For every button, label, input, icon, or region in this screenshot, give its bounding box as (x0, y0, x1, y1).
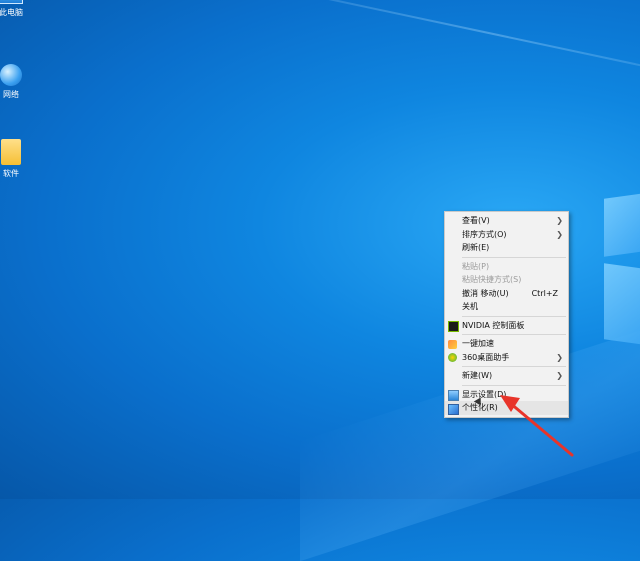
menu-item-label: 粘贴快捷方式(S) (462, 275, 522, 284)
menu-item-label: 查看(V) (462, 216, 490, 225)
nvidia-icon (448, 321, 459, 332)
360-icon (448, 353, 457, 362)
chevron-right-icon: ❯ (556, 216, 563, 225)
desktop-icon-this-pc[interactable]: 此电脑 (0, 0, 31, 18)
menu-item-refresh[interactable]: 刷新(E) (445, 241, 568, 255)
chevron-right-icon: ❯ (556, 229, 563, 239)
menu-item-label: 一键加速 (462, 339, 494, 348)
menu-item-view[interactable]: 查看(V) ❯ (445, 214, 568, 228)
network-icon (0, 64, 22, 86)
menu-separator (462, 384, 566, 386)
menu-item-label: 360桌面助手 (462, 352, 510, 362)
desktop-icon-label: 软件 (3, 169, 19, 178)
desktop-icon-software-folder[interactable]: 软件 (0, 139, 31, 179)
light-beam (149, 0, 640, 108)
menu-separator (462, 366, 566, 367)
menu-item-one-click-boost[interactable]: 一键加速 (445, 337, 568, 351)
menu-item-sort-by[interactable]: 排序方式(O) ❯ (445, 228, 568, 242)
menu-item-paste-shortcut: 粘贴快捷方式(S) (445, 273, 568, 287)
chevron-right-icon: ❯ (556, 371, 563, 380)
menu-item-nvidia-control-panel[interactable]: NVIDIA 控制面板 (445, 319, 568, 332)
windows-logo-pane (604, 263, 640, 345)
computer-icon (0, 0, 23, 4)
menu-item-label: 撤消 移动(U) (462, 288, 509, 298)
boost-icon (448, 339, 457, 349)
menu-item-new[interactable]: 新建(W) ❯ (445, 369, 568, 383)
menu-item-label: 刷新(E) (462, 243, 490, 252)
menu-item-paste: 粘贴(P) (445, 260, 568, 274)
menu-separator (462, 315, 566, 317)
desktop-context-menu: 查看(V) ❯ 排序方式(O) ❯ 刷新(E) 粘贴(P) 粘贴快捷方式(S) … (444, 211, 569, 418)
folder-icon (1, 139, 21, 165)
menu-separator (462, 334, 566, 335)
display-icon (448, 390, 459, 401)
menu-item-label: 排序方式(O) (462, 229, 507, 239)
desktop-icon-label: 此电脑 (0, 8, 23, 17)
menu-separator (462, 256, 566, 258)
personalize-icon (448, 403, 459, 415)
menu-item-label: 新建(W) (462, 371, 493, 380)
menu-item-shortcut: Ctrl+Z (531, 288, 558, 298)
menu-item-label: 关机 (462, 302, 478, 311)
menu-item-undo-move[interactable]: 撤消 移动(U) Ctrl+Z (445, 287, 568, 301)
menu-item-label: 粘贴(P) (462, 261, 490, 271)
chevron-right-icon: ❯ (556, 352, 563, 362)
menu-item-personalize[interactable]: 个性化(R) (445, 401, 568, 415)
menu-item-label: NVIDIA 控制面板 (462, 320, 525, 330)
desktop-icon-label: 网络 (3, 90, 19, 99)
menu-item-display-settings[interactable]: 显示设置(D) (445, 388, 568, 401)
desktop-icon-network[interactable]: 网络 (0, 64, 31, 100)
menu-item-360-desktop-assistant[interactable]: 360桌面助手 ❯ (445, 351, 568, 365)
windows-logo-pane (604, 193, 640, 257)
menu-item-shutdown[interactable]: 关机 (445, 300, 568, 314)
menu-item-label: 显示设置(D) (462, 389, 507, 399)
